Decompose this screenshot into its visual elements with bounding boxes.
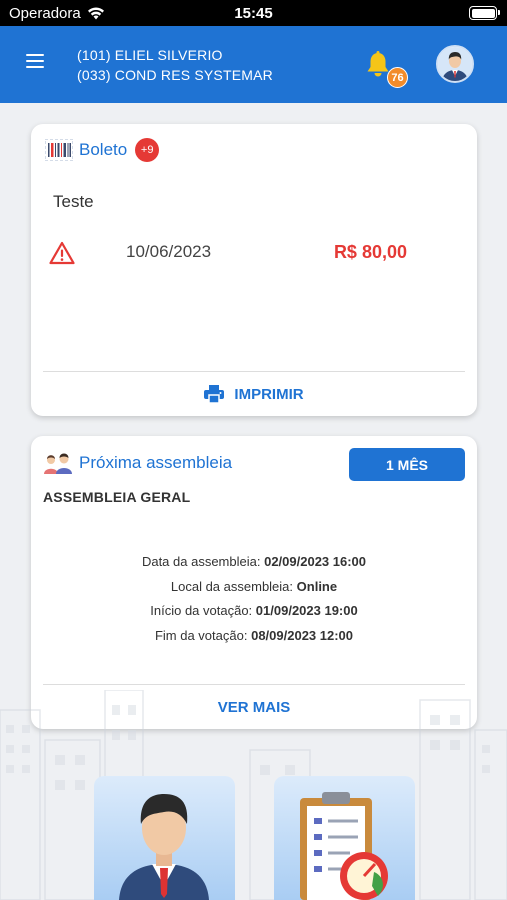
- assembly-details: Data da assembleia: 02/09/2023 16:00 Loc…: [31, 550, 477, 648]
- header-unit-info: (101) ELIEL SILVERIO (033) COND RES SYST…: [77, 45, 273, 85]
- assembly-detail-vote-end: Fim da votação: 08/09/2023 12:00: [154, 627, 354, 643]
- city-background-illustration: [0, 690, 507, 900]
- boleto-amount: R$ 80,00: [333, 242, 407, 262]
- assembly-divider: [43, 684, 465, 685]
- print-button-label: IMPRIMIR: [234, 385, 304, 403]
- user-avatar[interactable]: [436, 45, 474, 83]
- boleto-card-title: Boleto +9: [45, 138, 160, 162]
- assembly-card: Próxima assembleia 1 MÊS ASSEMBLEIA GERA…: [31, 436, 477, 729]
- boleto-title-text: Boleto: [79, 140, 128, 159]
- unit-line: (101) ELIEL SILVERIO: [77, 47, 223, 63]
- shortcut-tile-voting[interactable]: [274, 776, 415, 900]
- assembly-detail-date: Data da assembleia: 02/09/2023 16:00: [141, 554, 367, 569]
- boleto-count-badge: +9: [135, 138, 160, 162]
- assembly-card-title: Próxima assembleia: [43, 452, 232, 474]
- boleto-description: Teste: [53, 192, 94, 211]
- boleto-divider: [43, 371, 465, 372]
- period-button[interactable]: 1 MÊS: [349, 448, 465, 481]
- printer-icon: [204, 385, 225, 403]
- warning-icon: [49, 241, 75, 265]
- people-icon: [44, 453, 72, 474]
- checklist-clock-icon: [300, 792, 388, 900]
- boleto-card: Boleto +9 Teste 10/06/2023 R$ 80,00 IMPR…: [31, 124, 477, 416]
- status-time: 15:45: [234, 5, 273, 22]
- battery-icon: [469, 6, 500, 20]
- notification-count-badge: 76: [387, 67, 408, 88]
- hamburger-menu-icon[interactable]: [26, 54, 50, 72]
- app-header: (101) ELIEL SILVERIO (033) COND RES SYST…: [0, 26, 507, 103]
- barcode-icon: [45, 139, 73, 161]
- print-button[interactable]: IMPRIMIR: [31, 382, 477, 406]
- shortcut-tile-profile[interactable]: [94, 776, 235, 900]
- boleto-due-date: 10/06/2023: [126, 242, 212, 261]
- assembly-title-text: Próxima assembleia: [79, 453, 233, 472]
- assembly-name: ASSEMBLEIA GERAL: [43, 489, 191, 505]
- condo-line: (033) COND RES SYSTEMAR: [77, 67, 273, 83]
- assembly-detail-location: Local da assembleia: Online: [170, 578, 338, 594]
- businessman-icon: [119, 794, 209, 900]
- status-bar: Operadora 15:45: [0, 0, 507, 26]
- assembly-detail-vote-start: Início da votação: 01/09/2023 19:00: [150, 603, 358, 618]
- avatar-icon: [438, 47, 472, 81]
